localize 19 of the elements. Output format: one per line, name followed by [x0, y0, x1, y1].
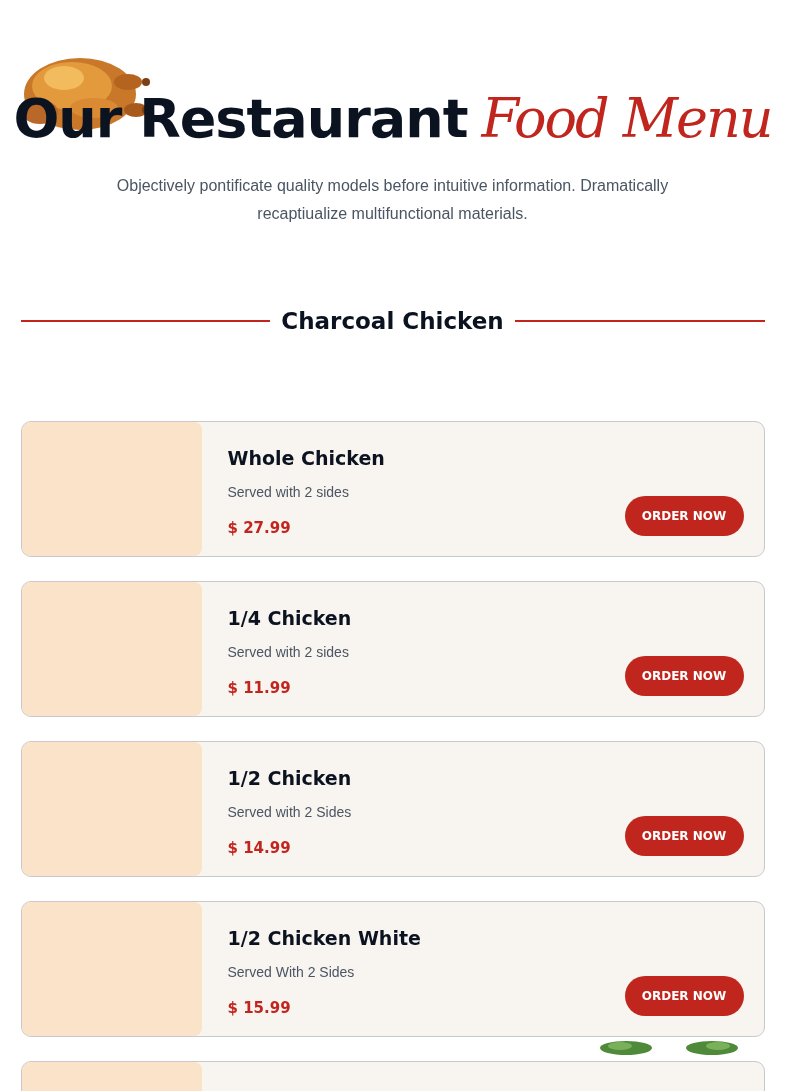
- item-description: Served with 2 sides: [227, 643, 350, 662]
- item-description: Served With 2 Sides: [227, 963, 356, 982]
- item-name: 1/4 Chicken: [227, 605, 352, 631]
- item-description: Served with 2 Sides: [227, 803, 352, 822]
- order-button[interactable]: ORDER NOW: [624, 815, 744, 856]
- item-name: 1/2 Chicken: [227, 765, 352, 791]
- order-button[interactable]: ORDER NOW: [624, 655, 744, 696]
- order-button[interactable]: ORDER NOW: [624, 975, 744, 1016]
- item-name: Whole Chicken: [227, 445, 385, 471]
- section-title: Charcoal Chicken: [280, 307, 505, 336]
- item-description: Served with 2 sides: [227, 483, 350, 502]
- item-price: $ 11.99: [227, 678, 292, 699]
- item-price: $ 14.99: [227, 838, 292, 859]
- item-price: $ 27.99: [227, 518, 292, 539]
- item-name: 1/2 Chicken White: [227, 925, 421, 951]
- page-title-accent: Food Menu: [481, 92, 772, 146]
- item-price: $ 15.99: [227, 998, 292, 1019]
- order-button[interactable]: ORDER NOW: [624, 495, 744, 536]
- subtitle: Objectively pontificate quality models before intuitive information. Dramatically recaptiualize multifunctional materials.: [115, 176, 670, 224]
